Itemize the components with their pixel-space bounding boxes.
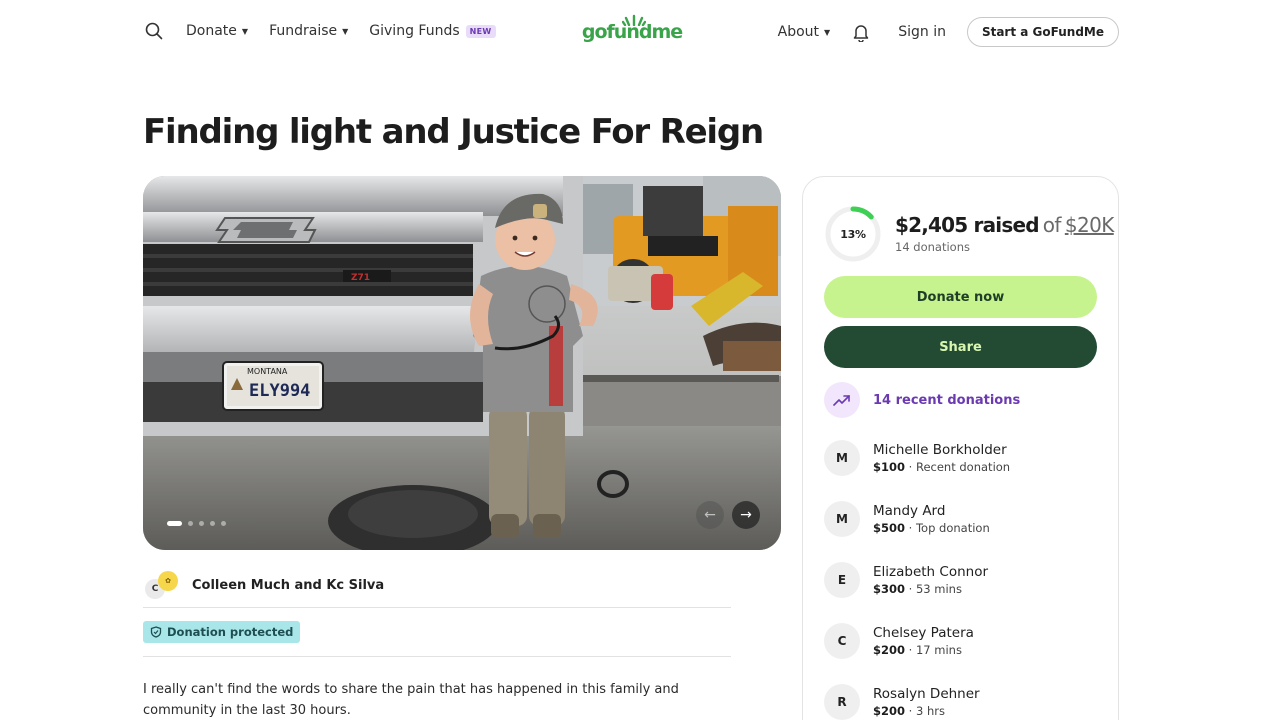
logo-sunburst-icon [622, 14, 646, 26]
notifications-button[interactable] [850, 18, 872, 46]
organizer-avatars: C ✿ [143, 570, 183, 601]
nav-giving-funds-label: Giving Funds [369, 23, 460, 39]
donor-name: Mandy Ard [873, 503, 946, 519]
nav-donate-label: Donate [186, 23, 237, 39]
trending-up-icon [824, 382, 860, 418]
donor-name: Rosalyn Dehner [873, 686, 980, 702]
carousel-dot[interactable] [199, 521, 204, 526]
donor-info: Mandy Ard $500 · Top donation [873, 502, 990, 536]
donor-name: Elizabeth Connor [873, 564, 989, 580]
search-button[interactable] [143, 18, 165, 44]
raised-amount: $2,405 raised [895, 213, 1040, 237]
donor-item: R Rosalyn Dehner $200 · 3 hrs [824, 684, 980, 720]
carousel-next-button[interactable]: → [732, 501, 760, 529]
donor-info: Rosalyn Dehner $200 · 3 hrs [873, 685, 980, 719]
donor-avatar: R [824, 684, 860, 720]
donor-note: · Recent donation [905, 460, 1011, 474]
carousel-dot[interactable] [188, 521, 193, 526]
campaign-title: Finding light and Justice For Reign [143, 112, 764, 152]
raised-of-label: of [1042, 213, 1062, 237]
nav-fundraise-label: Fundraise [269, 23, 338, 39]
progress-ring: 13% [824, 205, 882, 263]
carousel-dot[interactable] [167, 521, 182, 526]
nav-left-group: Donate ▼ Fundraise ▼ Giving Funds NEW [143, 18, 496, 44]
nav-fundraise-menu[interactable]: Fundraise ▼ [269, 18, 348, 44]
arrow-right-icon: → [740, 507, 752, 523]
donor-avatar: M [824, 440, 860, 476]
caret-down-icon: ▼ [241, 26, 249, 36]
donor-amount: $300 [873, 582, 906, 596]
organizer-avatar-icon: ✿ [158, 570, 178, 591]
donor-meta: $200 · 3 hrs [873, 703, 980, 719]
donation-protected-badge[interactable]: Donation protected [143, 621, 301, 643]
donor-meta: $200 · 17 mins [873, 642, 974, 658]
donor-info: Chelsey Patera $200 · 17 mins [873, 624, 974, 658]
top-navigation: Donate ▼ Fundraise ▼ Giving Funds NEW go… [0, 0, 1280, 64]
sign-in-link[interactable]: Sign in [898, 24, 946, 40]
plate-number-text: ELY994 [249, 381, 310, 401]
carousel-dot[interactable] [221, 521, 226, 526]
donor-note: · 53 mins [905, 582, 962, 596]
donor-name: Chelsey Patera [873, 625, 974, 641]
donate-now-button[interactable]: Donate now [824, 276, 1097, 318]
donor-meta: $500 · Top donation [873, 520, 990, 536]
donor-avatar: C [824, 623, 860, 659]
donor-note: · Top donation [905, 521, 990, 535]
donation-protected-label: Donation protected [167, 625, 294, 639]
carousel-dot[interactable] [210, 521, 215, 526]
nav-donate-menu[interactable]: Donate ▼ [186, 18, 248, 44]
campaign-photo: Z71 MONTANA ELY994 [143, 176, 781, 550]
donor-info: Elizabeth Connor $300 · 53 mins [873, 563, 988, 597]
donor-info: Michelle Borkholder $100 · Recent donati… [873, 441, 1010, 475]
campaign-hero-carousel[interactable]: Z71 MONTANA ELY994 ← → [143, 176, 781, 550]
plate-state-text: MONTANA [247, 367, 288, 376]
donor-amount: $100 [873, 460, 906, 474]
gofundme-logo[interactable]: gofundme [582, 14, 683, 48]
donor-item: M Michelle Borkholder $100 · Recent dona… [824, 440, 1010, 476]
arrow-left-icon: ← [704, 507, 716, 523]
truck-badge-text: Z71 [351, 273, 370, 283]
nav-giving-funds-link[interactable]: Giving Funds NEW [369, 18, 496, 44]
donor-item: M Mandy Ard $500 · Top donation [824, 501, 990, 537]
donor-avatar: M [824, 501, 860, 537]
goal-amount[interactable]: $20K [1065, 213, 1114, 237]
shield-icon [150, 626, 162, 638]
bell-icon [853, 24, 869, 42]
donor-note: · 3 hrs [905, 704, 945, 718]
donor-amount: $500 [873, 521, 906, 535]
donor-avatar: E [824, 562, 860, 598]
donor-note: · 17 mins [905, 643, 962, 657]
donor-meta: $300 · 53 mins [873, 581, 988, 597]
caret-down-icon: ▼ [824, 27, 831, 37]
section-divider [143, 656, 731, 657]
organizer-names: Colleen Much and Kc Silva [192, 578, 385, 593]
organizer-row[interactable]: C ✿ Colleen Much and Kc Silva [143, 564, 731, 608]
donor-name: Michelle Borkholder [873, 442, 1007, 458]
caret-down-icon: ▼ [342, 26, 349, 36]
nav-about-menu[interactable]: About ▼ [778, 19, 831, 45]
donation-count: 14 donations [895, 240, 970, 254]
donor-meta: $100 · Recent donation [873, 459, 1010, 475]
carousel-indicators [167, 521, 226, 526]
share-button[interactable]: Share [824, 326, 1097, 368]
search-icon [145, 22, 163, 40]
donor-amount: $200 [873, 704, 906, 718]
donation-sidebar-card: 13% $2,405 raised of $20K 14 donations D… [802, 176, 1119, 720]
donor-item: C Chelsey Patera $200 · 17 mins [824, 623, 974, 659]
amount-raised: $2,405 raised of $20K [895, 213, 1114, 237]
campaign-story: I really can't find the words to share t… [143, 682, 679, 718]
recent-donations-label: 14 recent donations [873, 392, 1021, 408]
nav-right-group: About ▼ Sign in Start a GoFundMe [778, 17, 1119, 47]
new-badge: NEW [465, 24, 496, 38]
progress-percent: 13% [840, 227, 866, 241]
donor-amount: $200 [873, 643, 906, 657]
nav-about-label: About [777, 24, 820, 40]
carousel-prev-button[interactable]: ← [696, 501, 724, 529]
donor-item: E Elizabeth Connor $300 · 53 mins [824, 562, 988, 598]
start-gofundme-button[interactable]: Start a GoFundMe [966, 17, 1119, 47]
recent-donations-link[interactable]: 14 recent donations [824, 382, 1020, 418]
